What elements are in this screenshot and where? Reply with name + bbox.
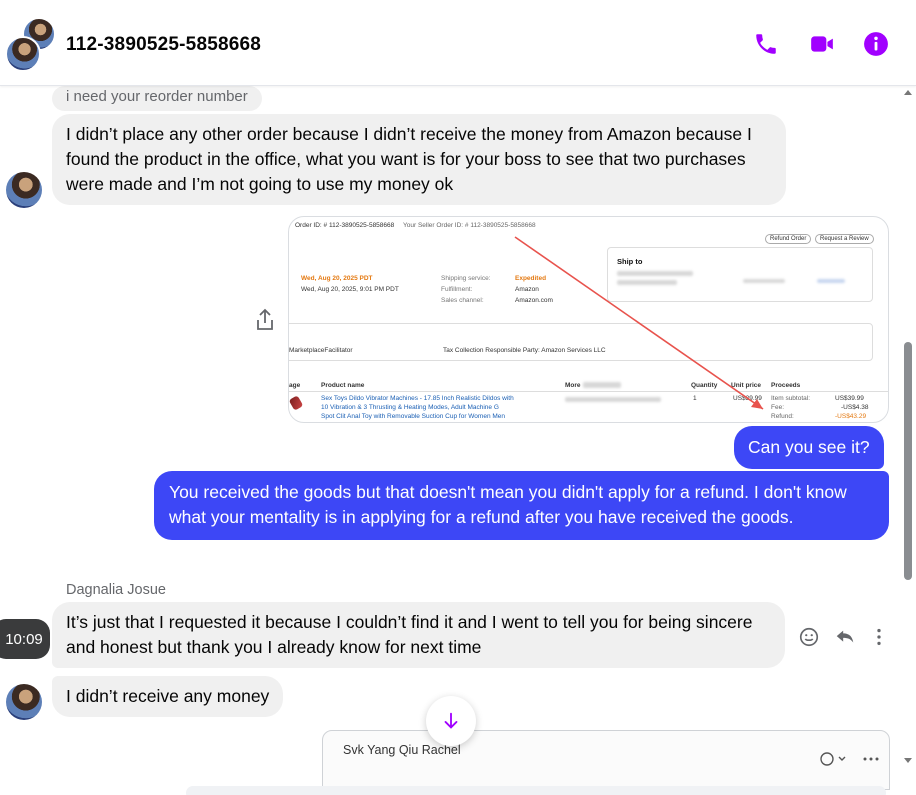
- reply-icon[interactable]: [832, 624, 858, 650]
- outgoing-message[interactable]: You received the goods but that doesn't …: [154, 471, 889, 540]
- preview-toolbar: [820, 752, 879, 766]
- avatar[interactable]: [6, 172, 42, 208]
- image-preview-card[interactable]: Svk Yang Qiu Rachel: [322, 730, 890, 790]
- sender-name: Dagnalia Josue: [66, 582, 166, 598]
- conversation-title[interactable]: 112-3890525-5858668: [66, 34, 261, 56]
- share-icon[interactable]: [254, 308, 276, 332]
- phone-icon[interactable]: [752, 30, 780, 58]
- video-icon[interactable]: [808, 30, 836, 58]
- scroll-to-bottom-button[interactable]: [426, 696, 476, 746]
- incoming-message[interactable]: I didn’t place any other order because I…: [52, 114, 786, 205]
- incoming-message[interactable]: It’s just that I requested it because I …: [52, 602, 785, 668]
- more-icon[interactable]: [866, 624, 892, 650]
- composer-edge: [186, 786, 886, 795]
- message-list[interactable]: i need your reorder number I didn’t plac…: [0, 86, 900, 795]
- outgoing-message[interactable]: Can you see it?: [734, 426, 884, 469]
- arrow-down-icon: [444, 712, 458, 729]
- timestamp-tooltip: 10:09: [0, 619, 50, 659]
- chat-window: 112-3890525-5858668 i need your reorder …: [0, 0, 916, 795]
- annotation-arrow: [514, 236, 764, 410]
- avatar[interactable]: [6, 684, 42, 720]
- scrollbar[interactable]: [902, 86, 916, 795]
- incoming-message[interactable]: I didn’t receive any money: [52, 676, 284, 717]
- replied-message[interactable]: i need your reorder number: [52, 86, 262, 111]
- chat-header: 112-3890525-5858668: [0, 0, 916, 86]
- order-screenshot-image[interactable]: Order ID: # 112-3890525-5858668 Your Sel…: [288, 216, 889, 423]
- scroll-down-arrow[interactable]: [904, 758, 912, 763]
- scroll-thumb[interactable]: [904, 342, 912, 580]
- info-icon[interactable]: [862, 30, 890, 58]
- avatar[interactable]: [5, 36, 41, 72]
- emoji-icon[interactable]: [796, 624, 822, 650]
- scroll-up-arrow[interactable]: [904, 90, 912, 95]
- preview-name: Svk Yang Qiu Rachel: [343, 743, 461, 757]
